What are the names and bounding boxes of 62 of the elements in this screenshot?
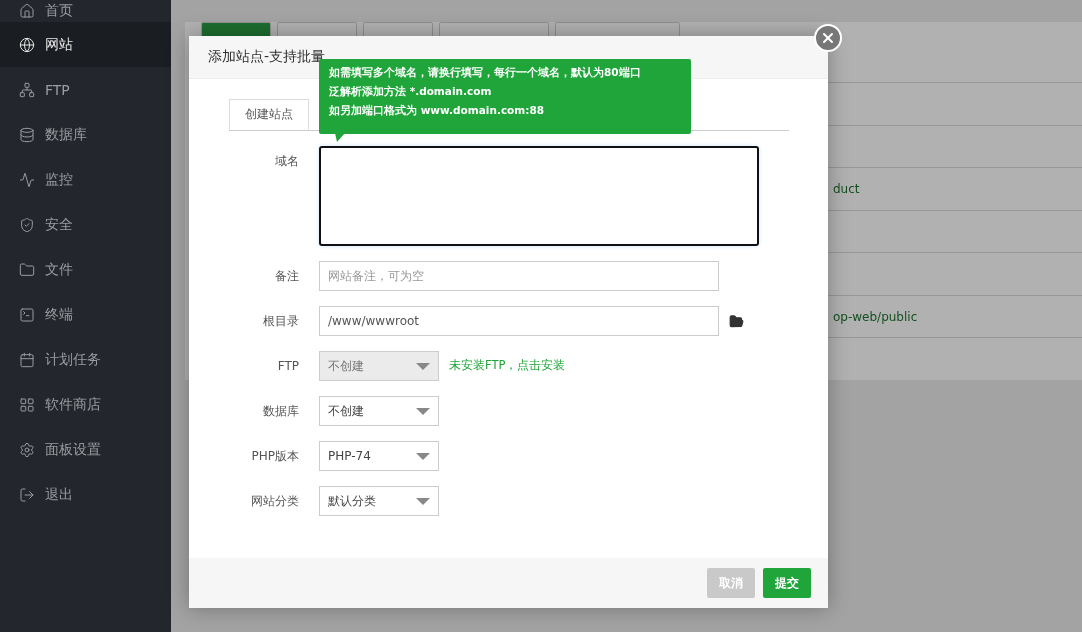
terminal-icon — [19, 306, 35, 323]
sidebar-label: 软件商店 — [45, 395, 101, 414]
sidebar-label: 安全 — [45, 215, 73, 234]
select-field[interactable]: PHP-74 — [319, 441, 439, 471]
sidebar-item[interactable]: 文件 — [0, 247, 171, 292]
caret-icon — [416, 407, 430, 415]
sidebar-label: 首页 — [45, 2, 73, 20]
caret-icon — [416, 362, 430, 370]
sidebar-item[interactable]: FTP — [0, 67, 171, 112]
sidebar-item[interactable]: 面板设置 — [0, 427, 171, 472]
sidebar-item[interactable]: 网站 — [0, 22, 171, 67]
select-field[interactable]: 不创建 — [319, 396, 439, 426]
sidebar-label: 文件 — [45, 260, 73, 279]
sidebar-item[interactable]: 软件商店 — [0, 382, 171, 427]
sidebar-label: 监控 — [45, 170, 73, 189]
field-label: 网站分类 — [250, 493, 299, 510]
input-field[interactable]: 网站备注，可为空 — [319, 261, 719, 291]
sidebar-item[interactable]: 安全 — [0, 202, 171, 247]
field-label: 备注 — [274, 268, 299, 285]
folder-icon[interactable] — [729, 314, 744, 329]
sidebar-item[interactable]: 首页 — [0, 0, 171, 22]
input-field[interactable]: /www/wwwroot — [319, 306, 719, 336]
sidebar-item[interactable]: 退出 — [0, 472, 171, 517]
sidebar-item[interactable]: 数据库 — [0, 112, 171, 157]
sidebar-label: 计划任务 — [45, 350, 101, 369]
sidebar-label: 终端 — [45, 305, 73, 324]
globe-icon — [19, 36, 35, 53]
field-label: 域名 — [274, 153, 299, 170]
site-path: duct — [833, 181, 860, 196]
select-field[interactable]: 默认分类 — [319, 486, 439, 516]
close-icon — [820, 30, 836, 46]
shield-icon — [19, 216, 35, 233]
settings-icon — [19, 441, 35, 458]
caret-icon — [416, 497, 430, 505]
sidebar-item[interactable]: 终端 — [0, 292, 171, 337]
tab[interactable]: 创建站点 — [229, 99, 309, 130]
submit-button[interactable]: 提交 — [763, 568, 811, 598]
field-label: 根目录 — [262, 313, 299, 330]
sidebar-item[interactable]: 计划任务 — [0, 337, 171, 382]
tooltip-line: 如另加端口格式为 www.domain.com:88 — [329, 104, 546, 117]
house-icon — [19, 3, 35, 19]
sidebar-label: 数据库 — [45, 125, 87, 144]
activity-icon — [19, 171, 35, 188]
sidebar-label: 网站 — [45, 35, 73, 54]
domain-field[interactable] — [319, 146, 759, 246]
folder-icon — [19, 261, 35, 278]
sidebar-label: 面板设置 — [45, 440, 101, 459]
sidebar-label: FTP — [45, 81, 70, 98]
tooltip-line: 泛解析添加方法 *.domain.com — [329, 85, 493, 98]
sidebar-item[interactable]: 监控 — [0, 157, 171, 202]
grid-icon — [19, 396, 35, 413]
calendar-icon — [19, 351, 35, 368]
logout-icon — [19, 486, 35, 503]
caret-icon — [416, 452, 430, 460]
field-label: PHP版本 — [250, 448, 299, 465]
database-icon — [19, 126, 35, 143]
site-path: op-web/public — [833, 309, 918, 324]
sidebar-label: 退出 — [45, 485, 73, 504]
field-label: 数据库 — [262, 403, 299, 420]
tooltip-line: 如需填写多个域名，请换行填写，每行一个域名，默认为80端口 — [329, 66, 642, 79]
network-icon — [19, 81, 35, 98]
field-label: FTP — [276, 358, 299, 375]
